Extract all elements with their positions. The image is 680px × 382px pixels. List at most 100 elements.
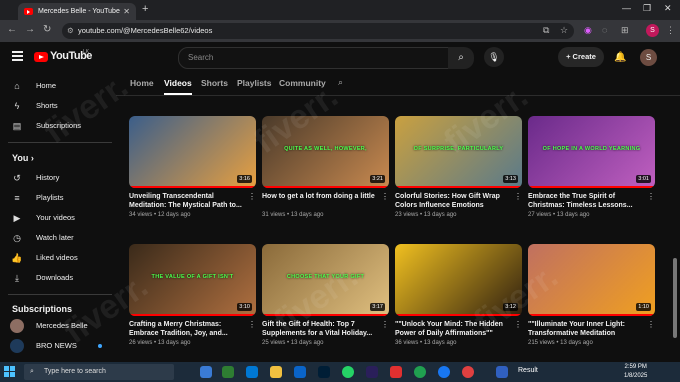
tab-videos[interactable]: Videos <box>164 78 192 95</box>
watch-progress-bar <box>262 186 389 188</box>
upload-age: 13 days ago <box>157 340 191 346</box>
scrollbar-thumb[interactable] <box>673 258 677 338</box>
home-icon: ⌂ <box>14 81 20 91</box>
browser-tab[interactable]: Mercedes Belle - YouTube ✕ <box>18 3 136 20</box>
video-title[interactable]: How to get a lot from doing a little <box>262 192 377 201</box>
premiere-icon[interactable] <box>366 366 378 378</box>
more-actions-icon[interactable]: ⋮ <box>647 192 655 201</box>
taskbar-search-input[interactable]: ⌕ Type here to search <box>24 364 174 380</box>
sidebar-item-label: Home <box>36 81 57 90</box>
view-count: 26 views <box>129 340 153 346</box>
your-videos-icon: ▶ <box>13 213 21 223</box>
mail-icon[interactable] <box>294 366 306 378</box>
video-title[interactable]: Embrace the True Spirit of Christmas: Ti… <box>528 192 643 210</box>
video-title[interactable]: Crafting a Merry Christmas: Embrace Trad… <box>129 320 244 338</box>
tabs-divider <box>116 95 680 96</box>
sidebar-item-playlists[interactable]: ≡ Playlists <box>8 188 112 208</box>
view-count: 23 views <box>395 212 419 218</box>
video-thumbnail[interactable]: OF HOPE IN A WORLD YEARNING 3:01 <box>528 116 655 188</box>
sidebar-item-your-videos[interactable]: ▶ Your videos <box>8 208 112 228</box>
store-icon[interactable] <box>246 366 258 378</box>
photoshop-icon[interactable] <box>318 366 330 378</box>
upload-age: 13 days ago <box>290 212 324 218</box>
close-window-icon[interactable]: ✕ <box>664 3 672 14</box>
new-tab-button[interactable]: + <box>142 3 148 15</box>
menu-hamburger-icon[interactable] <box>12 51 23 63</box>
tab-playlists[interactable]: Playlists <box>237 78 272 88</box>
youtube-favicon-icon <box>24 8 33 15</box>
video-thumbnail[interactable]: THE VALUE OF A GIFT ISN'T 3:10 <box>129 244 256 316</box>
search-button[interactable]: ⌕ <box>448 47 474 69</box>
video-card[interactable]: 3:16 Unveiling Transcendental Meditation:… <box>129 116 256 218</box>
create-button[interactable]: + Create <box>558 47 604 67</box>
back-icon[interactable]: ← <box>7 24 17 35</box>
channel-search-icon[interactable]: ⌕ <box>338 77 343 88</box>
facebook-icon[interactable] <box>438 366 450 378</box>
sidebar-item-downloads[interactable]: ⤓ Downloads <box>8 268 112 288</box>
windows-start-icon[interactable] <box>4 366 16 378</box>
search-icon: ⌕ <box>458 52 464 63</box>
more-actions-icon[interactable]: ⋮ <box>248 192 256 201</box>
maximize-icon[interactable]: ❐ <box>643 3 651 14</box>
shorts-icon: ϟ <box>14 101 20 111</box>
browser-profile-avatar[interactable]: S <box>646 24 659 37</box>
browser-menu-icon[interactable]: ⋮ <box>666 25 675 36</box>
search-icon: ⌕ <box>30 368 34 375</box>
chrome-icon[interactable] <box>414 366 426 378</box>
video-card[interactable]: THE VALUE OF A GIFT ISN'T 3:10 Crafting a … <box>129 244 256 346</box>
url-field[interactable]: ⚙ youtube.com/@MercedesBelle62/videos <box>62 23 574 39</box>
extension-icon[interactable]: ◉ <box>584 25 592 36</box>
chrome-active-icon[interactable] <box>462 366 474 378</box>
more-actions-icon[interactable]: ⋮ <box>381 192 389 201</box>
view-count: 27 views <box>528 212 552 218</box>
voice-search-button[interactable]: 🎙 <box>484 47 504 67</box>
video-title[interactable]: Unveiling Transcendental Meditation: The… <box>129 192 244 210</box>
search-input[interactable]: Search <box>178 47 450 69</box>
site-info-icon[interactable]: ⚙ <box>67 23 74 39</box>
install-icon[interactable]: ⧉ <box>543 25 549 36</box>
sidebar-item-liked-videos[interactable]: 👍 Liked videos <box>8 248 112 268</box>
channel-avatar <box>10 319 24 333</box>
tab-home[interactable]: Home <box>130 78 154 88</box>
video-duration: 1:10 <box>636 303 651 311</box>
whatsapp-icon[interactable] <box>342 366 354 378</box>
reload-icon[interactable]: ↻ <box>43 24 51 35</box>
video-title[interactable]: ""Illuminate Your Inner Light: Transform… <box>528 320 643 338</box>
you-header-label: You <box>12 153 29 163</box>
notifications-bell-icon[interactable]: 🔔 <box>614 52 626 63</box>
forward-icon[interactable]: → <box>25 24 35 35</box>
video-thumbnail[interactable]: 3:16 <box>129 116 256 188</box>
minimize-icon[interactable]: — <box>622 3 631 13</box>
watch-progress-bar <box>395 186 522 188</box>
taskbar-clock[interactable]: 2:59 PM 1/8/2025 <box>624 363 647 381</box>
result-app-icon[interactable] <box>496 366 508 378</box>
view-count: 34 views <box>129 212 153 218</box>
thumbnail-caption: OF HOPE IN A WORLD YEARNING <box>542 146 641 152</box>
extension-2-icon[interactable]: ◌ <box>602 25 607 35</box>
close-tab-icon[interactable]: ✕ <box>123 3 130 20</box>
bookmark-star-icon[interactable]: ☆ <box>560 25 568 36</box>
watch-progress-bar <box>528 186 655 188</box>
taskview-icon[interactable] <box>200 366 212 378</box>
page-scrollbar[interactable] <box>672 72 678 362</box>
sidebar-item-history[interactable]: ↺ History <box>8 168 112 188</box>
tab-shorts[interactable]: Shorts <box>201 78 228 88</box>
more-actions-icon[interactable]: ⋮ <box>647 320 655 329</box>
video-title[interactable]: Colorful Stories: How Gift Wrap Colors I… <box>395 192 510 210</box>
app-icon[interactable] <box>390 366 402 378</box>
video-card[interactable]: OF HOPE IN A WORLD YEARNING 3:01 Embrace t… <box>528 116 655 218</box>
edge-icon[interactable] <box>222 366 234 378</box>
extensions-puzzle-icon[interactable]: ⊞ <box>621 25 629 36</box>
thumbnail-caption: THE VALUE OF A GIFT ISN'T <box>151 274 234 280</box>
watch-progress-bar <box>129 186 256 188</box>
new-content-dot <box>98 344 102 348</box>
you-section-header[interactable]: You › <box>12 153 34 163</box>
more-actions-icon[interactable]: ⋮ <box>514 192 522 201</box>
account-avatar[interactable]: S <box>640 49 657 66</box>
sidebar-item-watch-later[interactable]: ◷ Watch later <box>8 228 112 248</box>
subscriptions-header: Subscriptions <box>12 304 73 314</box>
result-app-label[interactable]: Result <box>518 367 538 374</box>
more-actions-icon[interactable]: ⋮ <box>248 320 256 329</box>
more-actions-icon[interactable]: ⋮ <box>381 320 389 329</box>
file-explorer-icon[interactable] <box>270 366 282 378</box>
